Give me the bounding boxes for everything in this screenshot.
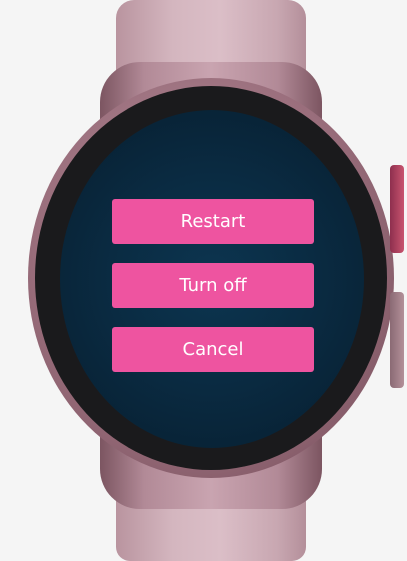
watch-screenshot: Restart Turn off Cancel <box>0 0 407 561</box>
restart-button[interactable]: Restart <box>112 199 314 244</box>
cancel-button[interactable]: Cancel <box>112 327 314 372</box>
turn-off-button[interactable]: Turn off <box>112 263 314 308</box>
home-side-button[interactable] <box>390 165 404 253</box>
power-menu: Restart Turn off Cancel <box>112 199 314 391</box>
back-side-button[interactable] <box>390 292 404 388</box>
